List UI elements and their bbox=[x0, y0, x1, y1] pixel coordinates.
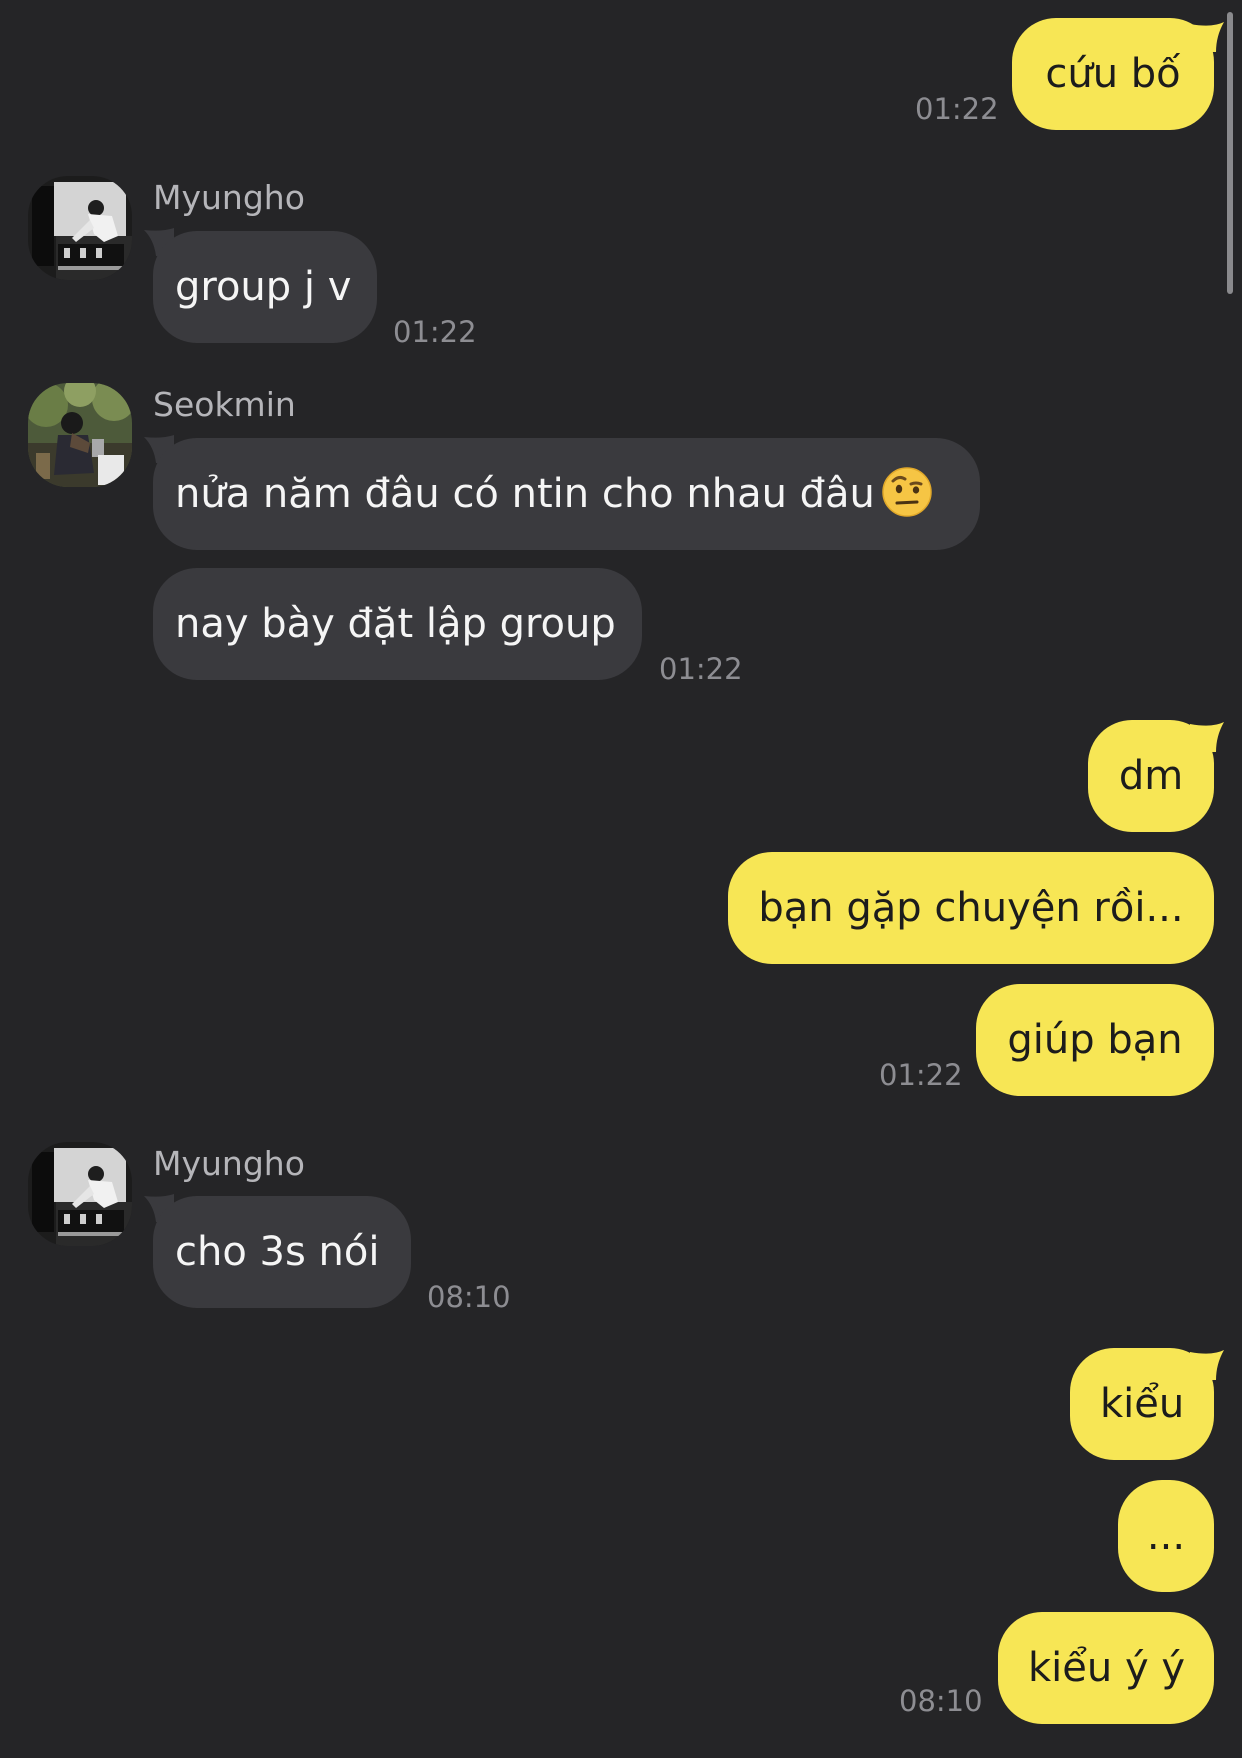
outgoing-message-bubble[interactable]: kiểu ý ý bbox=[998, 1612, 1214, 1724]
message-timestamp: 01:22 bbox=[879, 1058, 963, 1092]
outgoing-message-bubble[interactable]: ... bbox=[1118, 1480, 1214, 1592]
outgoing-message-bubble[interactable]: cứu bố bbox=[1012, 18, 1214, 130]
sender-name: Myungho bbox=[153, 1144, 305, 1183]
message-timestamp: 01:22 bbox=[915, 92, 999, 126]
myungho-avatar[interactable] bbox=[28, 1142, 132, 1246]
incoming-message-bubble[interactable]: group j v bbox=[153, 231, 377, 343]
incoming-message-bubble[interactable]: cho 3s nói bbox=[153, 1196, 411, 1308]
incoming-message-bubble[interactable]: nửa năm đâu có ntin cho nhau đâu bbox=[153, 438, 980, 550]
outgoing-message-bubble[interactable]: dm bbox=[1088, 720, 1214, 832]
sender-name: Seokmin bbox=[153, 385, 296, 424]
face-with-raised-eyebrow-emoji bbox=[882, 467, 932, 517]
outgoing-message-bubble[interactable]: kiểu bbox=[1070, 1348, 1214, 1460]
incoming-message-bubble[interactable]: nay bày đặt lập group bbox=[153, 568, 642, 680]
myungho-avatar[interactable] bbox=[28, 176, 132, 280]
sender-name: Myungho bbox=[153, 178, 305, 217]
message-timestamp: 08:10 bbox=[427, 1280, 511, 1314]
outgoing-message-bubble[interactable]: giúp bạn bbox=[976, 984, 1214, 1096]
scrollbar[interactable] bbox=[1227, 12, 1233, 294]
seokmin-avatar[interactable] bbox=[28, 383, 132, 487]
message-timestamp: 08:10 bbox=[899, 1684, 983, 1718]
message-timestamp: 01:22 bbox=[393, 315, 477, 349]
message-timestamp: 01:22 bbox=[659, 652, 743, 686]
outgoing-message-bubble[interactable]: bạn gặp chuyện rồi... bbox=[728, 852, 1214, 964]
message-text: nửa năm đâu có ntin cho nhau đâu bbox=[175, 471, 875, 517]
